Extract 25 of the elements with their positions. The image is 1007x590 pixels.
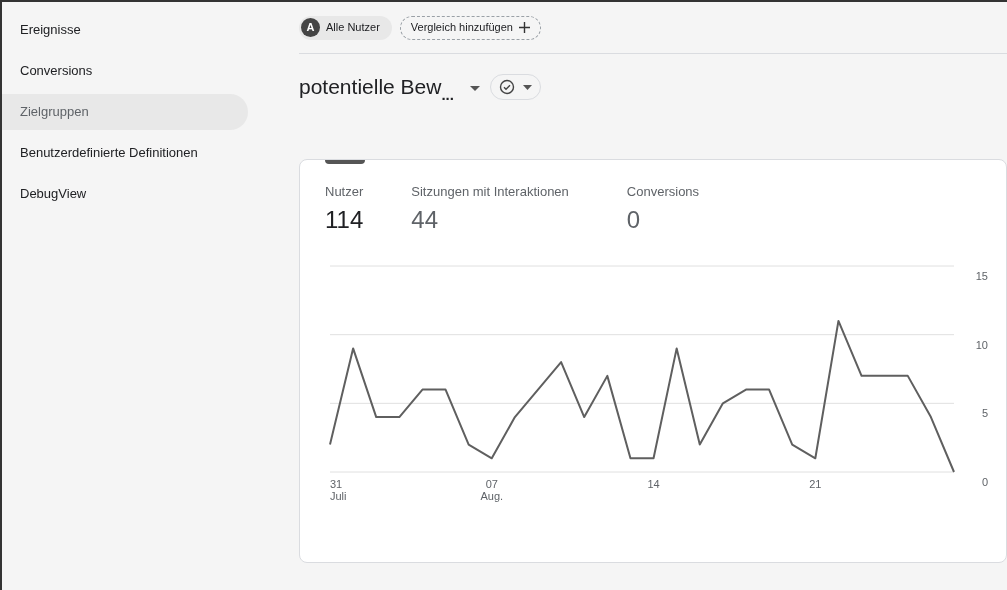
avatar: A	[301, 18, 320, 37]
dropdown-icon[interactable]	[469, 86, 480, 92]
metric-tab[interactable]: Conversions 0	[626, 160, 700, 260]
caret-icon	[522, 84, 532, 90]
sidebar-item[interactable]: Conversions	[2, 53, 248, 89]
plus-icon	[518, 22, 530, 33]
metric-tab[interactable]: Sitzungen mit Interaktionen 44	[411, 160, 569, 260]
sidebar-item[interactable]: Ereignisse	[2, 12, 248, 48]
page-title: potentielle Bew	[299, 74, 442, 101]
axis-label: 0	[981, 476, 988, 488]
sidebar-item[interactable]: DebugView	[2, 176, 248, 212]
axis-label: 15	[975, 270, 988, 282]
sidebar-item[interactable]: Benutzerdefinierte Definitionen	[2, 135, 248, 171]
axis-label: 14	[647, 478, 660, 490]
segment-chip[interactable]: A Alle Nutzer	[299, 15, 392, 40]
axis-label: 10	[975, 338, 988, 351]
axis-label: 31 Juli	[330, 478, 347, 502]
sidebar-item[interactable]: Zielgruppen	[2, 94, 248, 130]
ellipsis: ...	[441, 87, 454, 102]
check-circle-icon	[498, 79, 515, 95]
axis-label: 21	[809, 478, 822, 490]
metric-tab[interactable]: Nutzer 114	[325, 160, 364, 260]
chip-label: Alle Nutzer	[326, 20, 380, 36]
axis-label: 5	[981, 407, 988, 420]
axis-label: 07 Aug.	[480, 478, 504, 502]
